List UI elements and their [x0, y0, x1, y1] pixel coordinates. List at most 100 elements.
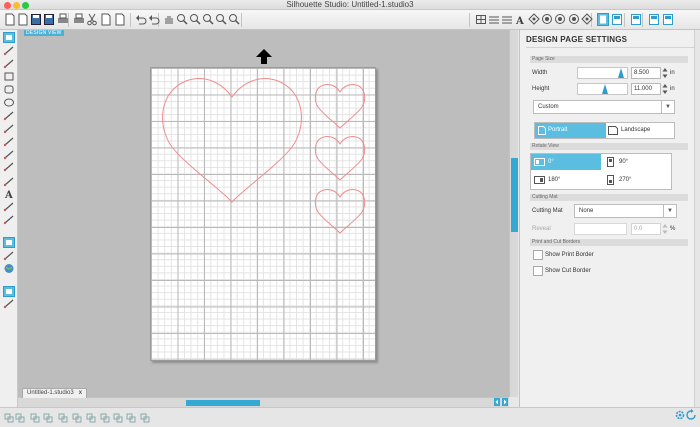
- duplicate-icon[interactable]: [100, 413, 110, 423]
- rounded-rect-tool-icon[interactable]: [3, 84, 15, 95]
- reveal-slider[interactable]: [574, 223, 627, 235]
- zoom-in-icon[interactable]: [176, 13, 188, 26]
- panel-scrollbar[interactable]: [694, 30, 700, 407]
- line-style-icon[interactable]: [488, 13, 500, 26]
- group-icon[interactable]: [4, 413, 14, 423]
- library-view-icon[interactable]: [3, 286, 15, 297]
- height-field[interactable]: 11.000: [631, 83, 661, 95]
- height-slider-handle-icon[interactable]: [602, 84, 608, 94]
- polygon-tool-icon[interactable]: [3, 110, 15, 121]
- landscape-button[interactable]: Landscape: [606, 123, 675, 138]
- vertical-scroll-thumb[interactable]: [511, 158, 518, 232]
- print-cut-icon[interactable]: [73, 13, 85, 26]
- chevron-down-icon[interactable]: ▼: [663, 205, 676, 217]
- make-compound-icon[interactable]: [58, 413, 68, 423]
- paste-icon[interactable]: [114, 13, 126, 26]
- rotate-90-button[interactable]: 90°: [602, 154, 672, 170]
- print-icon[interactable]: [57, 13, 69, 26]
- open-icon[interactable]: [17, 13, 29, 26]
- height-stepper-icon[interactable]: [662, 83, 668, 95]
- offset-icon[interactable]: [568, 13, 580, 26]
- small-heart-shape-2: [314, 136, 366, 181]
- new-document-icon[interactable]: [4, 13, 16, 26]
- canvas-horizontal-scrollbar[interactable]: [18, 397, 509, 407]
- rotate-0-button[interactable]: 0°: [531, 154, 601, 170]
- curve-tool-icon[interactable]: [3, 123, 15, 134]
- scroll-arrows-icon[interactable]: [494, 398, 508, 406]
- show-cut-border-checkbox[interactable]: [533, 266, 543, 276]
- zoom-page-icon[interactable]: [215, 13, 227, 26]
- media-view-icon[interactable]: [3, 250, 15, 261]
- heart-shapes[interactable]: [150, 67, 376, 361]
- select-all-icon[interactable]: [113, 413, 123, 423]
- send-icon[interactable]: [662, 13, 674, 26]
- line-tool-icon[interactable]: [3, 58, 15, 69]
- knife-tool-icon[interactable]: [3, 176, 15, 187]
- height-slider[interactable]: [577, 83, 628, 95]
- rectangle-tool-icon[interactable]: [3, 71, 15, 82]
- smooth-freehand-icon[interactable]: [3, 161, 15, 172]
- select-tool-icon[interactable]: [3, 32, 15, 43]
- fill-icon[interactable]: [501, 13, 513, 26]
- page-up-arrow-icon[interactable]: [256, 49, 272, 64]
- arc-tool-icon[interactable]: [3, 136, 15, 147]
- title-bar: Silhouette Studio: Untitled-1.studio3: [0, 0, 700, 10]
- reveal-unit: %: [670, 226, 676, 232]
- text-style-icon[interactable]: A: [514, 13, 526, 26]
- cut-icon[interactable]: [86, 13, 98, 26]
- width-field[interactable]: 8.500: [631, 67, 661, 79]
- width-stepper-icon[interactable]: [662, 67, 668, 79]
- pan-icon[interactable]: [163, 13, 175, 26]
- modify-icon[interactable]: [554, 13, 566, 26]
- rotate-270-button[interactable]: 270°: [602, 172, 672, 188]
- trace-icon[interactable]: [581, 13, 593, 26]
- text-tool-icon[interactable]: A: [3, 188, 15, 199]
- close-tab-icon[interactable]: x: [79, 390, 82, 396]
- zoom-fit-icon[interactable]: [228, 13, 240, 26]
- zoom-out-icon[interactable]: [189, 13, 201, 26]
- layout-view-icon[interactable]: [3, 298, 15, 309]
- transform-icon[interactable]: [528, 13, 540, 26]
- design-view-icon[interactable]: [3, 237, 15, 248]
- compound-path-icon[interactable]: [30, 413, 40, 423]
- rotate-180-button[interactable]: 180°: [531, 172, 601, 188]
- freehand-tool-icon[interactable]: [3, 149, 15, 160]
- point-edit-icon[interactable]: [3, 45, 15, 56]
- weld-icon[interactable]: [72, 413, 82, 423]
- portrait-button[interactable]: Portrait: [535, 123, 606, 138]
- chevron-down-icon[interactable]: ▼: [661, 101, 674, 113]
- width-slider-handle-icon[interactable]: [618, 68, 624, 78]
- delete-icon[interactable]: [86, 413, 96, 423]
- save-to-library-icon[interactable]: [43, 13, 55, 26]
- open-library-icon[interactable]: [140, 413, 150, 423]
- grid-icon[interactable]: [475, 13, 487, 26]
- replicate-icon[interactable]: [541, 13, 553, 26]
- page-size-preset-select[interactable]: Custom ▼: [533, 100, 675, 114]
- undo-icon[interactable]: [135, 13, 147, 26]
- cut-settings-icon[interactable]: [611, 13, 623, 26]
- copy-icon[interactable]: [100, 13, 112, 26]
- show-print-border-checkbox[interactable]: [533, 250, 543, 260]
- library-icon[interactable]: [630, 13, 642, 26]
- ungroup-icon[interactable]: [15, 413, 25, 423]
- cutting-mat-select[interactable]: None ▼: [574, 204, 677, 218]
- store-view-icon[interactable]: [3, 263, 15, 274]
- deselect-icon[interactable]: [126, 413, 136, 423]
- document-tab[interactable]: Untitled-1.studio3 x: [22, 388, 88, 398]
- eraser-tool-icon[interactable]: [3, 201, 15, 212]
- width-slider[interactable]: [577, 67, 628, 79]
- ellipse-tool-icon[interactable]: [3, 97, 15, 108]
- page-settings-icon[interactable]: [597, 13, 609, 26]
- reveal-stepper-icon[interactable]: [662, 223, 668, 235]
- reveal-field[interactable]: 0.0: [631, 223, 661, 235]
- zoom-box-icon[interactable]: [202, 13, 214, 26]
- show-cut-border-label: Show Cut Border: [545, 268, 591, 274]
- canvas-vertical-scrollbar[interactable]: [509, 30, 518, 397]
- redo-icon[interactable]: [148, 13, 160, 26]
- release-compound-icon[interactable]: [43, 413, 53, 423]
- rotate-180-icon: [534, 176, 545, 184]
- sketch-tool-icon[interactable]: [3, 214, 15, 225]
- store-icon[interactable]: [648, 13, 660, 26]
- save-icon[interactable]: [30, 13, 42, 26]
- horizontal-scroll-thumb[interactable]: [186, 400, 260, 406]
